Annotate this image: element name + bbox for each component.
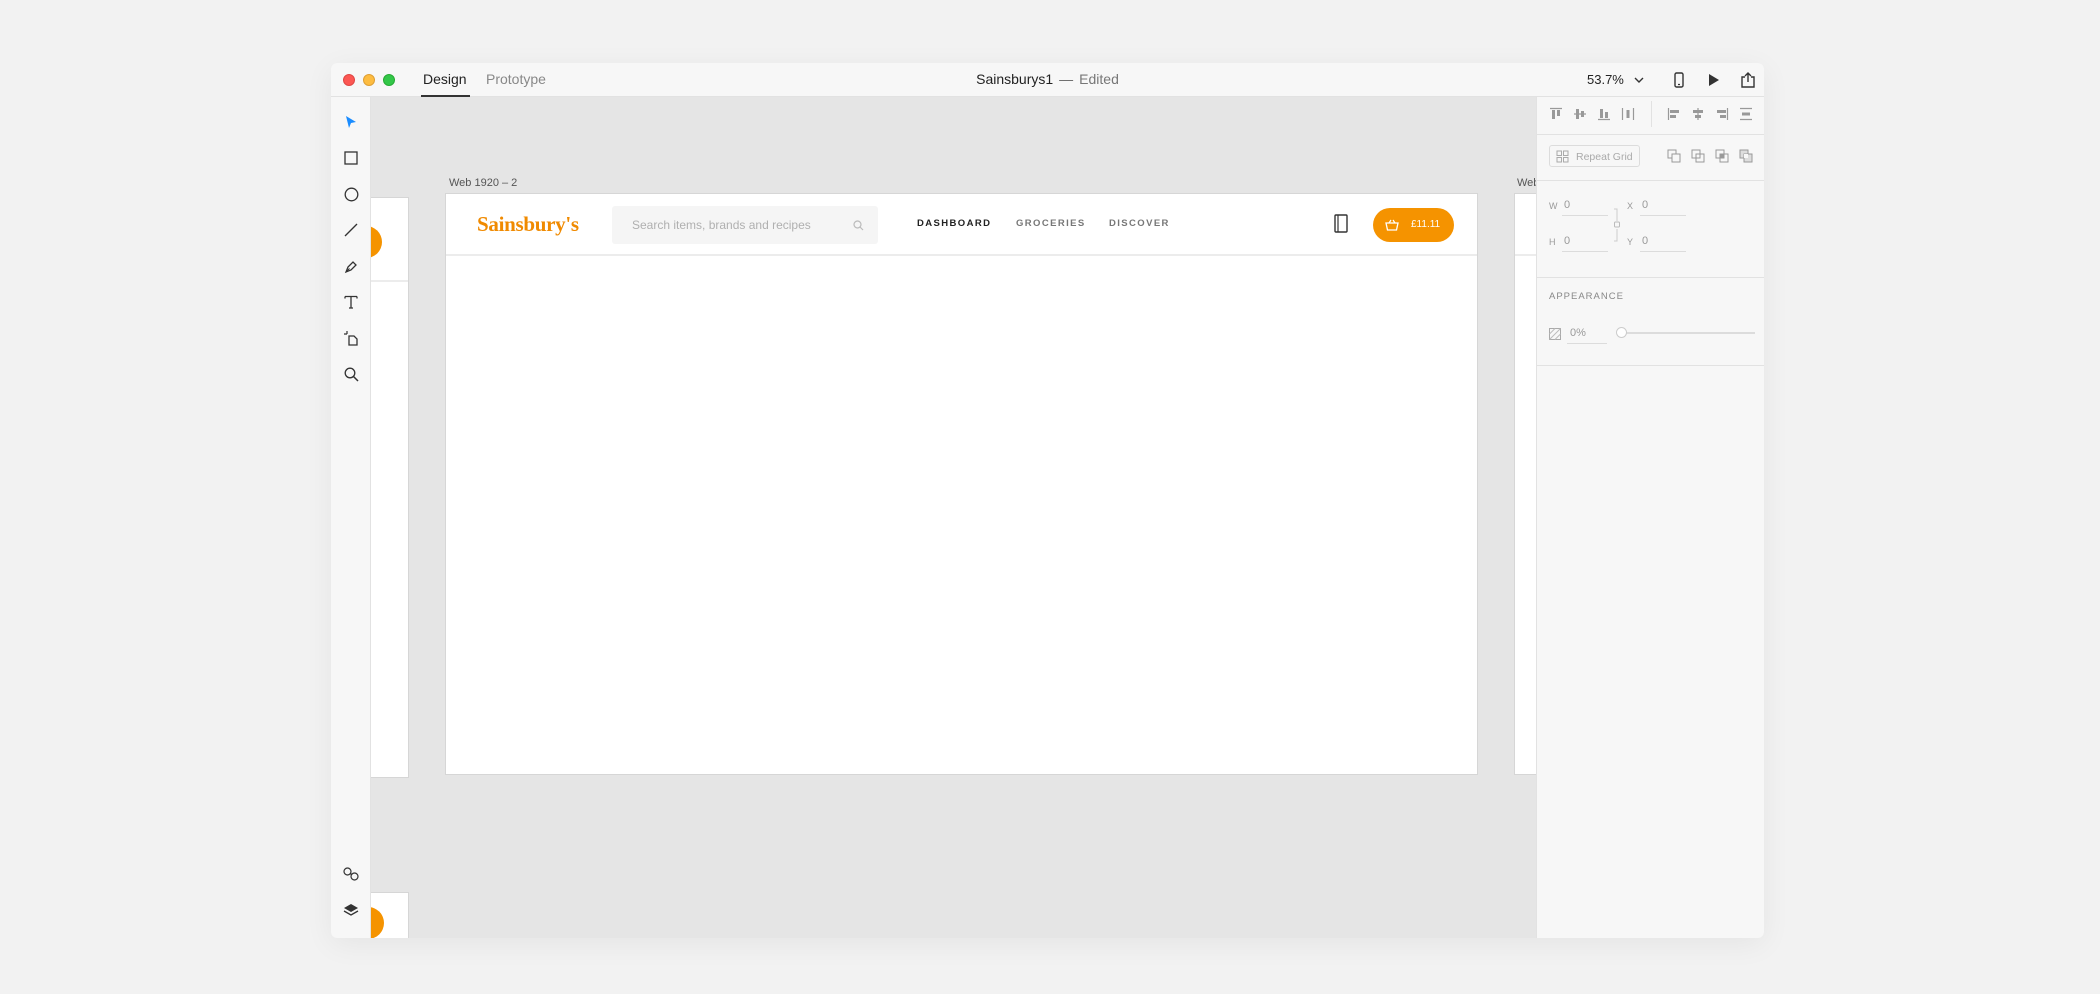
basket-icon bbox=[1385, 218, 1399, 236]
xd-window: Design Prototype Sainsburys1— Edited 53.7… bbox=[331, 63, 1764, 938]
artboard-web-1920-2[interactable]: Sainsbury's Search items, brands and rec… bbox=[445, 193, 1478, 775]
tool-bar bbox=[331, 97, 371, 938]
align-top-icon[interactable] bbox=[1549, 107, 1563, 121]
text-icon[interactable] bbox=[339, 290, 363, 314]
height-underline bbox=[1562, 251, 1608, 252]
distribute-horizontal-icon[interactable] bbox=[1621, 107, 1635, 121]
align-left-icon[interactable] bbox=[1667, 107, 1681, 121]
width-field[interactable]: 0 bbox=[1564, 199, 1570, 211]
align-bottom-icon[interactable] bbox=[1597, 107, 1611, 121]
opacity-slider-track[interactable] bbox=[1619, 332, 1755, 334]
appearance-title: APPEARANCE bbox=[1549, 291, 1624, 302]
line-icon[interactable] bbox=[339, 218, 363, 242]
opacity-field[interactable]: 0% bbox=[1570, 327, 1586, 339]
title-separator: — bbox=[1059, 71, 1074, 87]
repeat-grid-label: Repeat Grid bbox=[1576, 151, 1633, 163]
distribute-vertical-icon[interactable] bbox=[1739, 107, 1753, 121]
width-underline bbox=[1562, 215, 1608, 216]
chevron-down-icon[interactable] bbox=[1633, 74, 1645, 86]
nav-groceries[interactable]: GROCERIES bbox=[1016, 218, 1086, 229]
x-underline bbox=[1640, 215, 1686, 216]
width-label: W bbox=[1549, 201, 1558, 211]
sainsburys-logo[interactable]: Sainsbury's bbox=[477, 212, 579, 237]
ellipse-icon[interactable] bbox=[339, 182, 363, 206]
x-field[interactable]: 0 bbox=[1642, 199, 1648, 211]
boolean-subtract-icon[interactable] bbox=[1691, 149, 1705, 163]
boolean-intersect-icon[interactable] bbox=[1715, 149, 1729, 163]
align-middle-icon[interactable] bbox=[1573, 107, 1587, 121]
search-input[interactable]: Search items, brands and recipes bbox=[612, 206, 878, 244]
y-field[interactable]: 0 bbox=[1642, 235, 1648, 247]
document-name: Sainsburys1 bbox=[976, 71, 1054, 87]
repeat-grid-button[interactable]: Repeat Grid bbox=[1549, 145, 1640, 167]
play-icon[interactable] bbox=[1705, 71, 1723, 89]
title-bar: Design Prototype Sainsburys1— Edited 53.7… bbox=[331, 63, 1764, 97]
nav-discover[interactable]: DISCOVER bbox=[1109, 218, 1170, 229]
artboard-label-main[interactable]: Web 1920 – 2 bbox=[449, 177, 517, 189]
opacity-icon bbox=[1549, 327, 1561, 345]
x-label: X bbox=[1627, 201, 1634, 211]
share-icon[interactable] bbox=[1738, 70, 1758, 90]
boolean-exclude-icon[interactable] bbox=[1739, 149, 1753, 163]
search-placeholder: Search items, brands and recipes bbox=[632, 218, 811, 232]
mobile-preview-icon[interactable] bbox=[1670, 71, 1688, 89]
pen-icon[interactable] bbox=[339, 254, 363, 278]
document-status: Edited bbox=[1079, 71, 1119, 87]
lock-aspect-icon[interactable] bbox=[1613, 207, 1621, 243]
zoom-level[interactable]: 53.7% bbox=[1587, 72, 1624, 87]
align-divider bbox=[1651, 101, 1652, 127]
opacity-slider-handle[interactable] bbox=[1616, 327, 1627, 338]
basket-button[interactable]: £11.11 bbox=[1373, 208, 1454, 242]
search-icon bbox=[853, 218, 864, 236]
height-label: H bbox=[1549, 237, 1556, 247]
artboard-icon[interactable] bbox=[339, 326, 363, 350]
select-icon[interactable] bbox=[339, 110, 363, 134]
panel-divider bbox=[1537, 277, 1764, 278]
notebook-icon[interactable] bbox=[1334, 214, 1348, 238]
basket-total: £11.11 bbox=[1411, 219, 1441, 230]
nav-dashboard[interactable]: DASHBOARD bbox=[917, 218, 991, 229]
symbols-icon[interactable] bbox=[339, 862, 363, 886]
artboard-left-partial[interactable] bbox=[371, 197, 409, 778]
repeat-grid-icon bbox=[1556, 150, 1569, 168]
rectangle-icon[interactable] bbox=[339, 146, 363, 170]
opacity-underline bbox=[1567, 343, 1607, 344]
artboard-left-bottom-partial[interactable] bbox=[371, 892, 409, 938]
height-field[interactable]: 0 bbox=[1564, 235, 1570, 247]
zoom-icon[interactable] bbox=[339, 362, 363, 386]
property-inspector: Repeat Grid W 0 X 0 H 0 Y 0 APPEARANCE 0… bbox=[1536, 97, 1764, 938]
panel-divider bbox=[1537, 180, 1764, 181]
align-right-icon[interactable] bbox=[1715, 107, 1729, 121]
align-center-icon[interactable] bbox=[1691, 107, 1705, 121]
layers-icon[interactable] bbox=[339, 898, 363, 922]
boolean-add-icon[interactable] bbox=[1667, 149, 1681, 163]
y-label: Y bbox=[1627, 237, 1634, 247]
panel-divider bbox=[1537, 134, 1764, 135]
site-header: Sainsbury's Search items, brands and rec… bbox=[446, 194, 1477, 256]
panel-divider bbox=[1537, 365, 1764, 366]
y-underline bbox=[1640, 251, 1686, 252]
document-title: Sainsburys1 — Edited bbox=[331, 71, 1764, 87]
